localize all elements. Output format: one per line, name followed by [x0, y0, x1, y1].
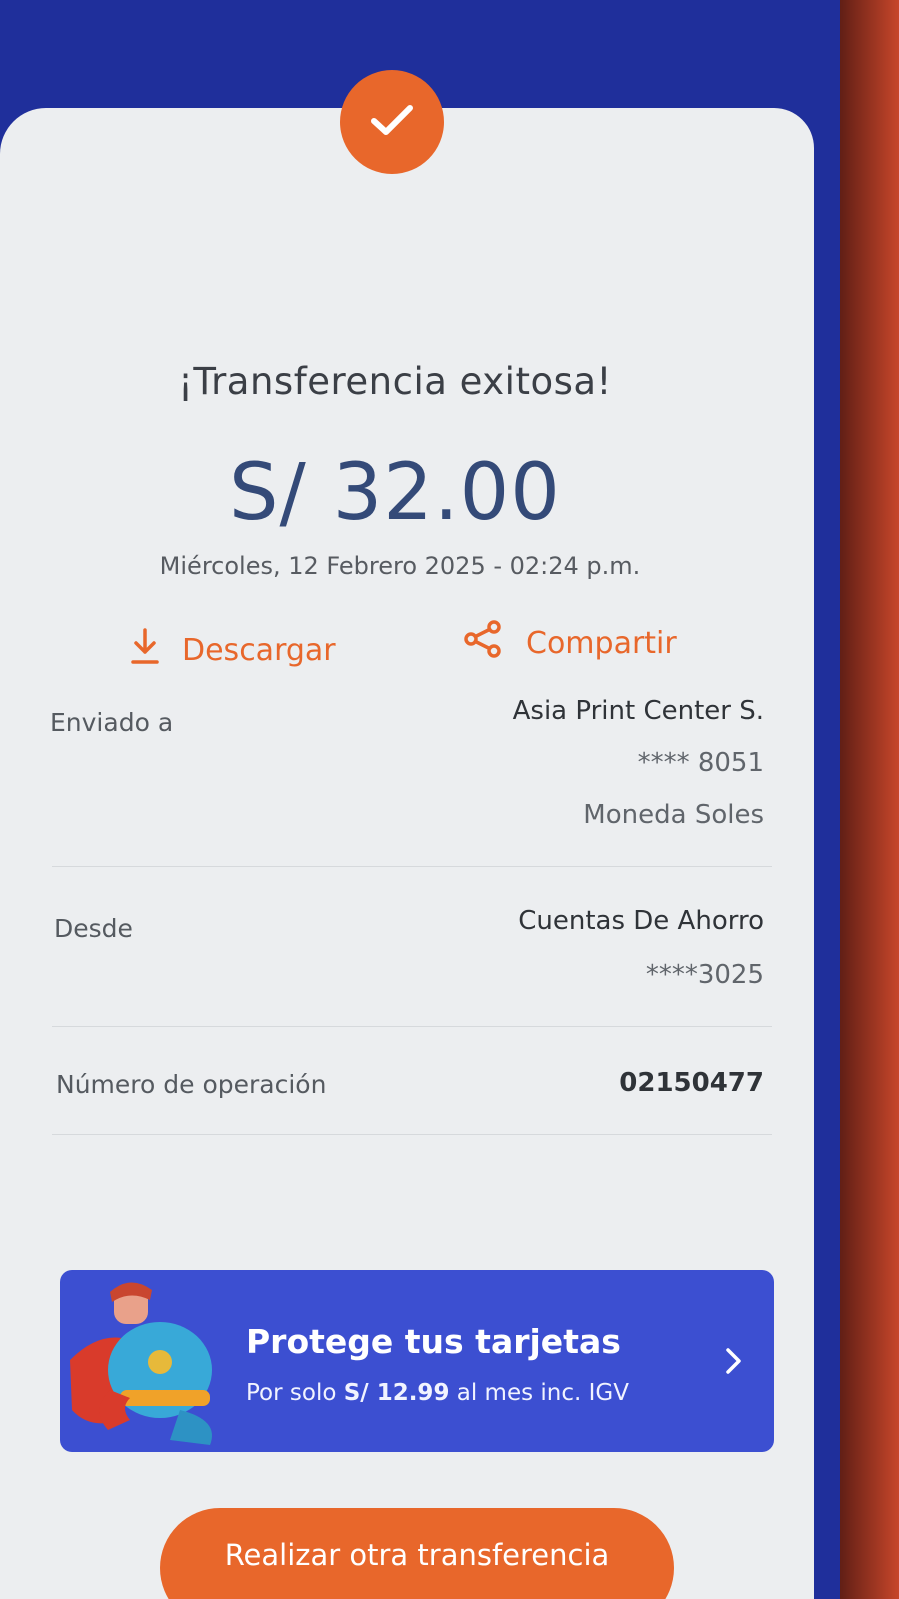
share-button[interactable]: Compartir: [462, 618, 677, 668]
operation-number-value: 02150477: [619, 1068, 764, 1098]
success-title: ¡Transferencia exitosa!: [178, 360, 612, 403]
transfer-amount: S/ 32.00: [229, 448, 561, 538]
download-label: Descargar: [182, 632, 336, 668]
new-transfer-label: Realizar otra transferencia: [224, 1538, 610, 1572]
check-icon: [367, 100, 417, 144]
sent-to-label: Enviado a: [50, 708, 174, 737]
details-divider: [52, 866, 772, 867]
success-badge: [340, 70, 444, 174]
share-label: Compartir: [526, 625, 677, 661]
details-divider: [52, 1134, 772, 1135]
download-button[interactable]: Descargar: [130, 626, 336, 674]
superhero-mascot-illustration: [60, 1270, 240, 1452]
transfer-datetime: Miércoles, 12 Febrero 2025 - 02:24 p.m.: [159, 552, 641, 580]
recipient-currency: Moneda Soles: [583, 800, 764, 830]
promo-sub-prefix: Por solo: [246, 1380, 344, 1406]
from-label: Desde: [54, 914, 133, 943]
new-transfer-button[interactable]: Realizar otra transferencia: [160, 1508, 674, 1599]
from-account-type: Cuentas De Ahorro: [518, 906, 764, 936]
promo-price: S/ 12.99: [343, 1380, 450, 1406]
protect-cards-banner[interactable]: Protege tus tarjetas Por solo S/ 12.99 a…: [60, 1270, 774, 1452]
details-divider: [52, 1026, 772, 1027]
recipient-account: **** 8051: [637, 748, 764, 778]
operation-number-label: Número de operación: [56, 1070, 327, 1099]
app-screen: ¡Transferencia exitosa! S/ 32.00 Miércol…: [0, 0, 840, 1599]
recipient-name: Asia Print Center S.: [512, 696, 764, 726]
from-account-number: ****3025: [645, 960, 764, 990]
promo-title: Protege tus tarjetas: [246, 1322, 621, 1361]
share-icon: [462, 618, 504, 668]
chevron-right-icon: [724, 1346, 744, 1380]
promo-sub-suffix: al mes inc. IGV: [449, 1380, 629, 1406]
promo-subtitle: Por solo S/ 12.99 al mes inc. IGV: [246, 1380, 629, 1406]
download-icon: [130, 626, 160, 674]
